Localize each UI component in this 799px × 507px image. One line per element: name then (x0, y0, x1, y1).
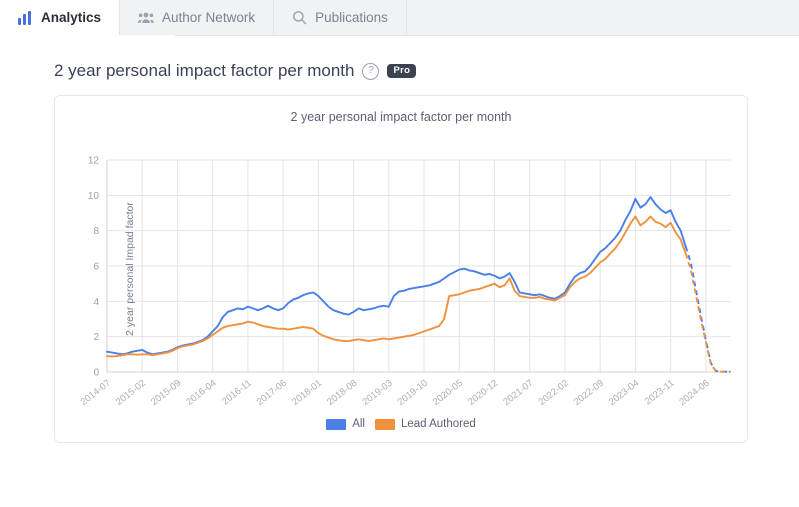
svg-text:6: 6 (93, 262, 99, 273)
legend-label-lead-authored: Lead Authored (400, 418, 476, 430)
svg-text:2019-03: 2019-03 (360, 378, 394, 408)
chart-title: 2 year personal impact factor per month (290, 110, 512, 124)
svg-text:0: 0 (93, 368, 99, 379)
tab-bar: Analytics Author Network Publications (0, 0, 799, 36)
legend-label-all: All (352, 418, 365, 430)
svg-text:2018-01: 2018-01 (290, 378, 324, 408)
svg-text:2023-11: 2023-11 (643, 378, 677, 408)
legend-item-lead-authored[interactable]: Lead Authored (374, 418, 476, 430)
svg-text:2021-07: 2021-07 (501, 378, 535, 408)
svg-text:2015-09: 2015-09 (149, 378, 183, 408)
svg-text:2014-07: 2014-07 (79, 378, 113, 408)
page-title-text: 2 year personal impact factor per month (54, 61, 355, 80)
svg-text:2020-05: 2020-05 (431, 378, 465, 408)
svg-text:2024-06: 2024-06 (677, 378, 711, 408)
svg-text:12: 12 (88, 156, 100, 167)
legend-swatch-lead-authored (374, 418, 395, 430)
svg-text:10: 10 (88, 191, 100, 202)
svg-text:2015-02: 2015-02 (114, 378, 148, 408)
tab-author-network-label: Author Network (162, 10, 256, 25)
tab-analytics[interactable]: Analytics (0, 0, 121, 35)
svg-text:2016-11: 2016-11 (220, 378, 254, 408)
y-axis-title: 2 year personal Impad factor (123, 202, 136, 336)
search-icon (292, 10, 307, 25)
tab-publications[interactable]: Publications (274, 0, 407, 35)
svg-text:2016-04: 2016-04 (184, 378, 218, 408)
help-circle-icon[interactable]: ? (362, 62, 380, 80)
svg-text:2022-09: 2022-09 (572, 378, 606, 408)
chart-card: 2 year personal impact factor per month … (54, 95, 748, 443)
legend-swatch-all (326, 418, 347, 430)
svg-text:4: 4 (93, 297, 99, 308)
legend-item-all[interactable]: All (326, 418, 365, 430)
svg-text:2: 2 (93, 332, 99, 343)
svg-text:2017-06: 2017-06 (255, 378, 289, 408)
tab-author-network[interactable]: Author Network (120, 0, 275, 35)
bar-chart-icon (18, 10, 33, 25)
svg-text:2018-08: 2018-08 (325, 378, 359, 408)
page-title: 2 year personal impact factor per month … (54, 61, 799, 81)
chart-legend: All Lead Authored (55, 418, 747, 430)
svg-text:2019-10: 2019-10 (396, 378, 430, 408)
pro-badge: Pro (387, 63, 417, 79)
svg-text:8: 8 (93, 226, 99, 237)
tab-analytics-label: Analytics (41, 10, 102, 25)
page-content: 2 year personal impact factor per month … (0, 61, 799, 443)
people-group-icon (138, 11, 155, 25)
chart-plot[interactable]: 0246810122014-07 2015-02 2015-09 2016-04 201… (55, 124, 749, 424)
svg-text:2020-12: 2020-12 (466, 378, 500, 408)
svg-text:2022-02: 2022-02 (537, 378, 571, 408)
tab-publications-label: Publications (315, 10, 388, 25)
svg-text:2023-04: 2023-04 (607, 378, 641, 408)
